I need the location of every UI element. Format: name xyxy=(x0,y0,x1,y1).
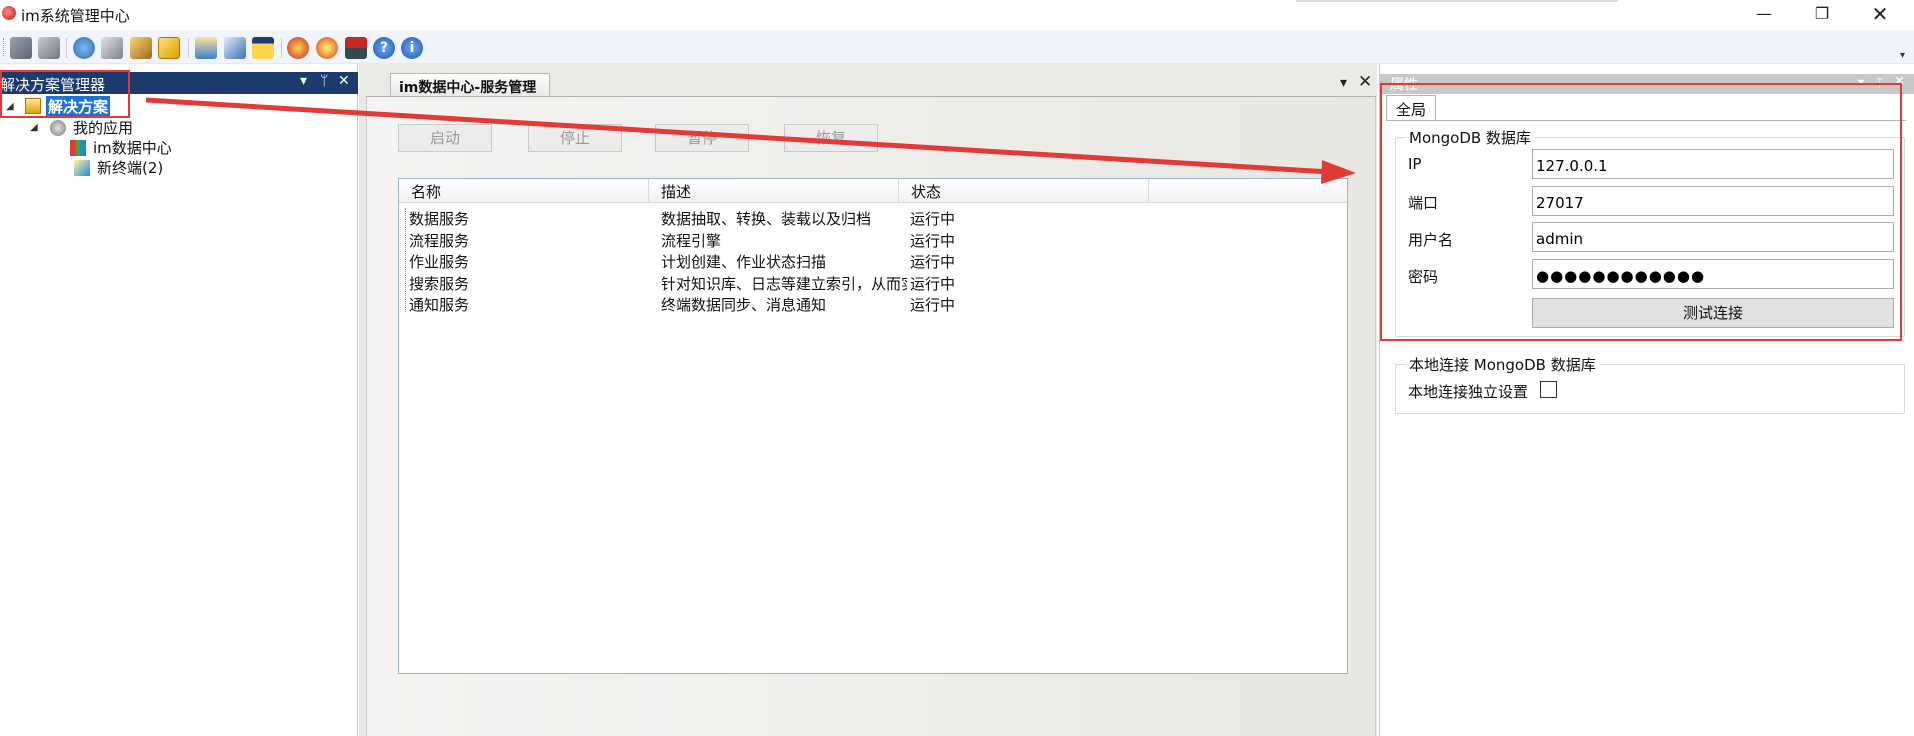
cell-description: 针对知识库、日志等建立索引，从而实 xyxy=(661,275,907,293)
maximize-button[interactable]: ❐ xyxy=(1793,0,1851,30)
tree-node-app[interactable]: ◢ 我的应用 xyxy=(0,117,360,137)
column-header-description[interactable]: 描述 xyxy=(649,179,899,203)
terminal-icon xyxy=(74,160,90,176)
column-header-name[interactable]: 名称 xyxy=(399,179,649,203)
resume-button[interactable]: 恢复 xyxy=(784,124,878,152)
tree-node-label[interactable]: 我的应用 xyxy=(73,117,133,138)
tree-node-label[interactable]: im数据中心 xyxy=(93,137,172,158)
minimize-button[interactable]: — xyxy=(1735,0,1793,30)
pause-button[interactable]: 暂停 xyxy=(655,124,749,152)
app-icon xyxy=(2,6,16,20)
expand-triangle-icon[interactable]: ◢ xyxy=(30,122,38,133)
local-independent-checkbox[interactable] xyxy=(1540,381,1557,398)
annotation-box-properties xyxy=(1380,83,1902,341)
award-star-icon[interactable] xyxy=(316,37,338,59)
help-icon[interactable]: ? xyxy=(373,37,395,59)
users-config-icon[interactable] xyxy=(130,37,152,59)
settings-icon[interactable] xyxy=(73,37,95,59)
start-button[interactable]: 启动 xyxy=(398,124,492,152)
tree-node-datacenter[interactable]: im数据中心 xyxy=(0,137,360,157)
tab-service-management[interactable]: im数据中心-服务管理 xyxy=(390,73,550,97)
column-header-status[interactable]: 状态 xyxy=(899,179,1149,203)
cell-name: 数据服务 xyxy=(409,210,470,228)
cell-name: 搜索服务 xyxy=(409,275,470,293)
cell-status: 运行中 xyxy=(910,253,956,271)
cell-status: 运行中 xyxy=(910,275,956,293)
cell-name: 通知服务 xyxy=(409,296,470,314)
info-icon[interactable]: i xyxy=(401,37,423,59)
gear-tool-icon[interactable] xyxy=(10,37,32,59)
cell-description: 终端数据同步、消息通知 xyxy=(661,296,827,314)
window-title: im系统管理中心 xyxy=(21,7,130,25)
panel-menu-icon[interactable]: ▾ xyxy=(300,73,307,89)
calendar-icon[interactable] xyxy=(252,37,274,59)
annotation-box-solution xyxy=(0,70,130,118)
close-button[interactable]: ✕ xyxy=(1851,0,1909,30)
datacenter-icon xyxy=(70,140,86,156)
title-shadow xyxy=(1296,0,1618,2)
toolbar-separator xyxy=(281,38,282,58)
logout-icon[interactable] xyxy=(38,37,60,59)
toolbar: ? i ▾ xyxy=(0,30,1914,64)
document-close-icon[interactable]: ✕ xyxy=(1358,72,1372,92)
tree-node-terminal[interactable]: 新终端(2) xyxy=(0,157,360,177)
solution-explorer-panel: 解决方案管理器 ▾ ᛘ ✕ ◢ 解决方案 ◢ 我的应用 im数据中心 新终端(2… xyxy=(0,64,358,736)
cell-status: 运行中 xyxy=(910,232,956,250)
toolbar-separator xyxy=(188,38,189,58)
panel-pin-icon[interactable]: ᛘ xyxy=(320,73,328,89)
toolbar-overflow-icon[interactable]: ▾ xyxy=(1900,50,1905,61)
title-bar: im系统管理中心 — ❐ ✕ xyxy=(0,0,1914,30)
window-icon[interactable] xyxy=(195,37,217,59)
app-gear-icon xyxy=(50,120,66,136)
row-focus-indicator xyxy=(405,208,406,312)
report-icon[interactable] xyxy=(224,37,246,59)
cell-description: 数据抽取、转换、装载以及归档 xyxy=(661,210,872,228)
service-grid: 名称 描述 状态 数据服务 数据抽取、转换、装载以及归档 运行中 流程服务 流程… xyxy=(398,178,1348,674)
panel-close-icon[interactable]: ✕ xyxy=(338,73,350,89)
column-header-filler xyxy=(1149,179,1347,203)
toolbar-separator xyxy=(66,38,67,58)
cell-name: 流程服务 xyxy=(409,232,470,250)
cell-description: 流程引擎 xyxy=(661,232,722,250)
local-independent-label: 本地连接独立设置 xyxy=(1408,383,1529,401)
document-menu-icon[interactable]: ▾ xyxy=(1340,75,1347,91)
pin-icon[interactable] xyxy=(345,37,367,59)
cell-status: 运行中 xyxy=(910,296,956,314)
stop-button[interactable]: 停止 xyxy=(528,124,622,152)
cell-description: 计划创建、作业状态扫描 xyxy=(661,253,827,271)
local-mongodb-group-legend: 本地连接 MongoDB 数据库 xyxy=(1406,354,1599,375)
tree-node-label[interactable]: 新终端(2) xyxy=(97,157,163,178)
cell-status: 运行中 xyxy=(910,210,956,228)
server-config-icon[interactable] xyxy=(101,37,123,59)
toolbar-grip[interactable] xyxy=(3,38,6,56)
award-icon[interactable] xyxy=(287,37,309,59)
cell-name: 作业服务 xyxy=(409,253,470,271)
alert-icon[interactable] xyxy=(158,37,180,59)
